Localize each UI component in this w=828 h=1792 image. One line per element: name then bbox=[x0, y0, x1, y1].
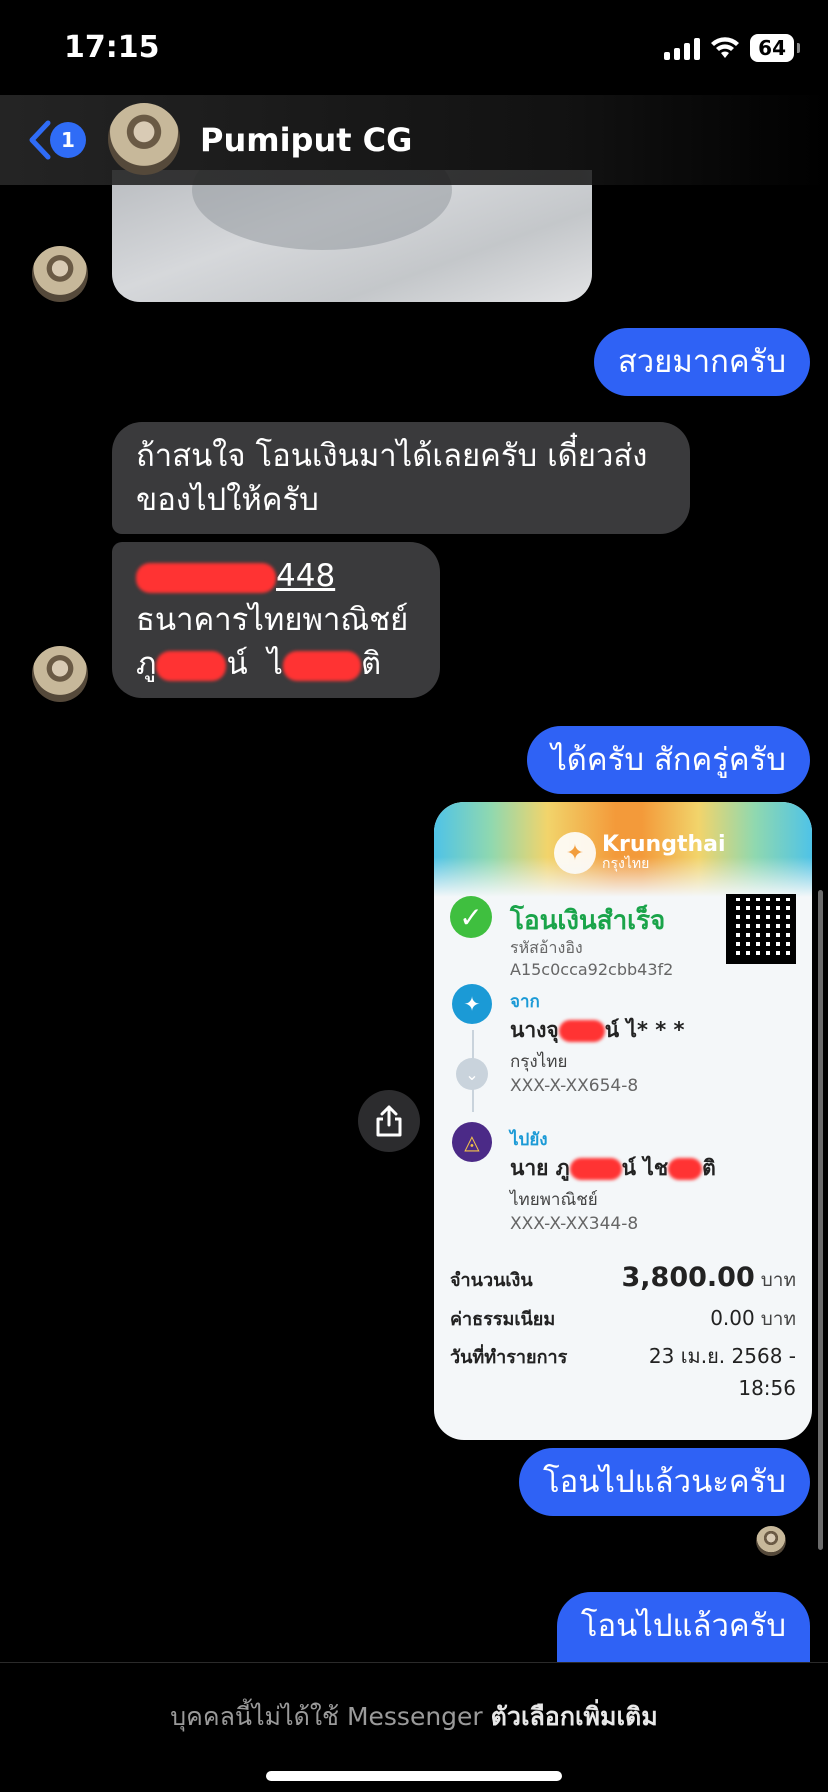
name-part: น์ bbox=[226, 646, 248, 682]
share-icon bbox=[376, 1105, 402, 1137]
name-part: ติ bbox=[702, 1156, 716, 1180]
bank-logo: ✦ Krungthai กรุงไทย bbox=[554, 832, 726, 874]
unread-badge[interactable]: 1 bbox=[50, 122, 86, 158]
recipient-bank: ไทยพาณิชย์ bbox=[510, 1190, 598, 1210]
redaction-mark bbox=[136, 562, 276, 593]
success-check-icon: ✓ bbox=[450, 896, 492, 938]
redaction-mark bbox=[282, 650, 361, 681]
home-indicator[interactable] bbox=[266, 1771, 562, 1781]
time-row: 18:56 bbox=[450, 1376, 796, 1400]
currency-unit: บาท bbox=[760, 1269, 796, 1291]
account-holder-name: ภู น์ ไ ติ bbox=[136, 642, 416, 686]
message-incoming[interactable]: ถ้าสนใจ โอนเงินมาได้เลยครับ เดี๋ยวส่งของ… bbox=[112, 422, 690, 534]
redaction-mark bbox=[668, 1158, 703, 1180]
bank-name: ธนาคารไทยพาณิชย์ bbox=[136, 602, 409, 638]
date-row: วันที่ทำรายการ 23 เม.ย. 2568 - bbox=[450, 1340, 796, 1372]
reference-value: A15c0cca92cbb43f2 bbox=[510, 960, 674, 979]
share-button[interactable] bbox=[358, 1090, 420, 1152]
amount-label: จำนวนเงิน bbox=[450, 1270, 533, 1291]
message-outgoing[interactable]: โอนไปแล้วนะครับ bbox=[518, 1448, 810, 1516]
name-part: น์ ไช bbox=[621, 1156, 669, 1180]
status-time: 17:15 bbox=[64, 30, 160, 65]
sender-bank: กรุงไทย bbox=[510, 1052, 568, 1072]
fee-label: ค่าธรรมเนียม bbox=[450, 1309, 556, 1330]
redaction-mark bbox=[156, 650, 227, 681]
fee-value: 0.00 bbox=[710, 1306, 755, 1330]
account-number-tail[interactable]: 448 bbox=[276, 558, 335, 594]
wifi-icon bbox=[710, 36, 740, 60]
redaction-mark bbox=[558, 1020, 605, 1042]
not-on-messenger-text: บุคคลนี้ไม่ได้ใช้ Messenger bbox=[170, 1702, 483, 1731]
date-label: วันที่ทำรายการ bbox=[450, 1347, 568, 1368]
read-receipt-avatar bbox=[756, 1526, 786, 1556]
qr-code bbox=[726, 894, 796, 964]
time-value: 18:56 bbox=[738, 1376, 796, 1400]
scrollbar[interactable] bbox=[818, 890, 823, 1550]
message-outgoing[interactable]: ได้ครับ สักครู่ครับ bbox=[527, 726, 810, 794]
receipt-banner: ✦ Krungthai กรุงไทย bbox=[434, 802, 812, 897]
sender-name: นางจุ น์ ไ* * * bbox=[510, 1014, 685, 1047]
battery-icon: 64 bbox=[750, 34, 800, 62]
contact-name[interactable]: Pumiput CG bbox=[200, 121, 412, 159]
transfer-status: โอนเงินสำเร็จ bbox=[510, 906, 666, 936]
krungthai-bird-icon: ✦ bbox=[554, 832, 596, 874]
krungthai-icon: ✦ bbox=[452, 984, 492, 1024]
recipient-account: XXX-X-XX344-8 bbox=[510, 1214, 639, 1234]
name-part: นางจุ bbox=[510, 1018, 559, 1042]
sender-avatar[interactable] bbox=[32, 646, 88, 702]
bank-brand: Krungthai bbox=[602, 832, 726, 857]
bank-brand-thai: กรุงไทย bbox=[602, 856, 650, 872]
status-icons: 64 bbox=[664, 34, 800, 62]
cellular-signal-icon bbox=[664, 36, 701, 60]
footer-notice: บุคคลนี้ไม่ได้ใช้ Messenger ตัวเลือกเพิ่… bbox=[0, 1697, 828, 1737]
message-incoming-account[interactable]: 448 ธนาคารไทยพาณิชย์ ภู น์ ไ ติ bbox=[112, 542, 440, 698]
composer-disabled-footer: บุคคลนี้ไม่ได้ใช้ Messenger ตัวเลือกเพิ่… bbox=[0, 1662, 828, 1792]
to-label: ไปยัง bbox=[510, 1130, 548, 1150]
contact-avatar[interactable] bbox=[108, 103, 180, 175]
account-number-line[interactable]: 448 bbox=[136, 554, 416, 598]
redaction-mark bbox=[569, 1158, 622, 1180]
recipient-name: นาย ภู น์ ไช ติ bbox=[510, 1152, 716, 1185]
message-outgoing[interactable]: โอนไปแล้วครับ bbox=[556, 1592, 810, 1670]
name-part: ติ bbox=[360, 646, 382, 682]
date-value: 23 เม.ย. 2568 - bbox=[648, 1344, 796, 1368]
amount-row: จำนวนเงิน 3,800.00 บาท bbox=[450, 1262, 796, 1295]
name-part: ภู bbox=[136, 646, 157, 682]
currency-unit: บาท bbox=[760, 1308, 796, 1330]
chevron-down-icon: ⌄ bbox=[456, 1058, 488, 1090]
more-options-link[interactable]: ตัวเลือกเพิ่มเติม bbox=[491, 1702, 658, 1731]
amount-value: 3,800.00 bbox=[621, 1262, 755, 1293]
fee-row: ค่าธรรมเนียม 0.00 บาท bbox=[450, 1304, 796, 1334]
reference-label: รหัสอ้างอิง bbox=[510, 938, 583, 957]
name-part: นาย ภู bbox=[510, 1156, 570, 1180]
shared-photo[interactable] bbox=[112, 170, 592, 302]
name-part: ไ bbox=[267, 646, 283, 682]
name-part: น์ ไ* * * bbox=[604, 1018, 685, 1042]
message-outgoing[interactable]: สวยมากครับ bbox=[593, 328, 810, 396]
status-bar: 17:15 64 bbox=[0, 0, 828, 100]
scb-icon: ◬ bbox=[452, 1122, 492, 1162]
sender-avatar[interactable] bbox=[32, 246, 88, 302]
from-label: จาก bbox=[510, 992, 540, 1012]
sender-account: XXX-X-XX654-8 bbox=[510, 1076, 639, 1096]
transfer-receipt-image[interactable]: ✦ Krungthai กรุงไทย ✓ โอนเงินสำเร็จ รหัส… bbox=[434, 802, 812, 1440]
chat-header: 1 Pumiput CG bbox=[0, 95, 828, 185]
